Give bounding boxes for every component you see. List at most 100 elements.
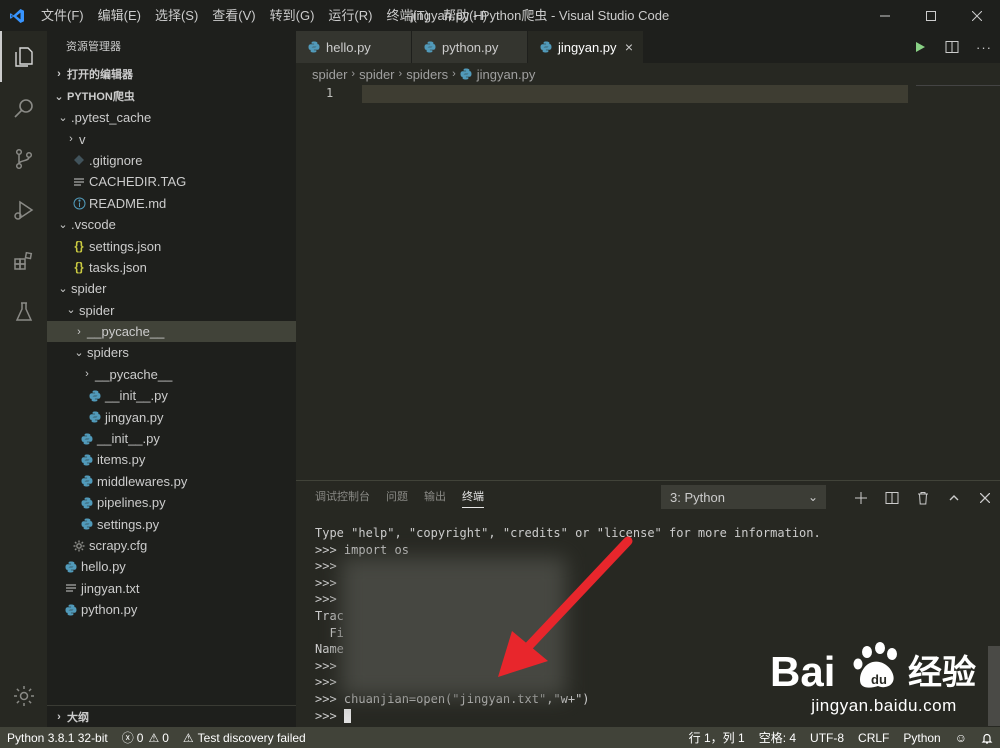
terminal-line-text: >>>	[315, 658, 337, 673]
tree-folder[interactable]: › __pycache__	[47, 364, 296, 385]
extensions-icon[interactable]	[0, 235, 47, 286]
menu-item[interactable]: 运行(R)	[321, 0, 379, 31]
close-panel-icon[interactable]	[969, 481, 1000, 514]
terminal-line-text: >>>	[315, 592, 337, 607]
trash-icon[interactable]	[907, 481, 938, 514]
outline-section[interactable]: › 大纲	[47, 705, 296, 727]
chevron-right-icon: ›	[57, 68, 61, 80]
tree-file[interactable]: {} settings.json	[47, 235, 296, 256]
tab-jingyan-py[interactable]: jingyan.py ×	[528, 31, 644, 63]
tab-label: hello.py	[326, 39, 371, 55]
tree-folder[interactable]: ⌄ .pytest_cache	[47, 107, 296, 128]
menu-item[interactable]: 帮助(H)	[436, 0, 494, 31]
panel-tab[interactable]: 问题	[386, 481, 408, 514]
breadcrumb-item[interactable]: spider	[359, 67, 394, 82]
tree-label: CACHEDIR.TAG	[89, 174, 187, 190]
menu-item[interactable]: 查看(V)	[205, 0, 262, 31]
tree-folder[interactable]: ⌄ spider	[47, 278, 296, 299]
end-of-line[interactable]: CRLF	[851, 727, 896, 748]
settings-gear-icon[interactable]	[0, 670, 47, 721]
feedback-icon[interactable]: ☺	[948, 727, 974, 748]
tree-file[interactable]: items.py	[47, 449, 296, 470]
split-editor-icon[interactable]	[936, 31, 968, 63]
language-mode[interactable]: Python	[896, 727, 947, 748]
run-file-icon[interactable]	[904, 31, 936, 63]
maximize-button[interactable]	[908, 0, 954, 31]
tree-file[interactable]: settings.py	[47, 513, 296, 534]
tree-file[interactable]: middlewares.py	[47, 471, 296, 492]
breadcrumb-item[interactable]: jingyan.py	[477, 67, 536, 82]
chevron-right-icon: ›	[69, 133, 73, 146]
tree-label: __pycache__	[95, 366, 173, 382]
tree-file[interactable]: jingyan.txt	[47, 578, 296, 599]
breadcrumb-item[interactable]: spider	[312, 67, 347, 82]
close-icon[interactable]: ×	[625, 39, 633, 55]
chevron-up-icon[interactable]	[938, 481, 969, 514]
explorer-sidebar: 资源管理器 › 打开的编辑器 ⌄ PYTHON爬虫 ⌄ .pytest_cache…	[47, 31, 296, 727]
tree-folder[interactable]: ⌄ spider	[47, 300, 296, 321]
tree-file[interactable]: __init__.py	[47, 428, 296, 449]
menu-item[interactable]: 文件(F)	[34, 0, 91, 31]
search-icon[interactable]	[0, 82, 47, 133]
minimap	[916, 85, 1000, 86]
tree-folder[interactable]: ⌄ spiders	[47, 342, 296, 363]
problems-indicator[interactable]: ⓧ 0 ⚠ 0	[115, 727, 176, 748]
open-editors-section[interactable]: › 打开的编辑器	[47, 63, 296, 85]
terminal-line-text: Name	[315, 642, 344, 657]
tree-file[interactable]: CACHEDIR.TAG	[47, 171, 296, 192]
panel-tab[interactable]: 调试控制台	[315, 481, 370, 514]
more-actions-icon[interactable]: ···	[968, 31, 1000, 63]
indentation[interactable]: 空格: 4	[752, 727, 803, 748]
text-file-icon	[63, 580, 79, 596]
chevron-down-icon: ⌄	[66, 304, 76, 317]
source-control-icon[interactable]	[0, 133, 47, 184]
tree-file[interactable]: jingyan.py	[47, 406, 296, 427]
explorer-icon[interactable]	[0, 31, 47, 82]
panel-tab[interactable]: 输出	[424, 481, 446, 514]
tree-file[interactable]: __init__.py	[47, 385, 296, 406]
json-file-icon: {}	[74, 260, 84, 275]
tree-file[interactable]: README.md	[47, 193, 296, 214]
chevron-down-icon: ⌄	[54, 90, 64, 103]
project-section[interactable]: ⌄ PYTHON爬虫	[47, 85, 296, 107]
python-interpreter[interactable]: Python 3.8.1 32-bit	[0, 727, 115, 748]
panel-tab[interactable]: 终端	[462, 481, 484, 514]
tree-file[interactable]: scrapy.cfg	[47, 535, 296, 556]
terminal-select[interactable]: 3: Python ⌄	[661, 485, 826, 509]
split-terminal-icon[interactable]	[876, 481, 907, 514]
tree-file[interactable]: hello.py	[47, 556, 296, 577]
tree-folder[interactable]: ⌄ .vscode	[47, 214, 296, 235]
tree-file[interactable]: {} tasks.json	[47, 257, 296, 278]
menu-item[interactable]: 终端(T)	[379, 0, 436, 31]
tree-folder[interactable]: › __pycache__	[47, 320, 296, 343]
minimize-button[interactable]	[862, 0, 908, 31]
run-debug-icon[interactable]	[0, 184, 47, 235]
tree-label: .vscode	[71, 217, 116, 233]
menu-item[interactable]: 编辑(E)	[91, 0, 148, 31]
encoding[interactable]: UTF-8	[803, 727, 851, 748]
terminal-line: >>> import os	[315, 542, 985, 559]
code-editor[interactable]: 1	[296, 85, 1000, 480]
tree-folder[interactable]: › v	[47, 128, 296, 149]
terminal-line-text: Fi	[315, 625, 344, 640]
baidu-jingyan-watermark: Bai du 经验 jingyan.baidu.com	[768, 638, 1000, 728]
terminal-line-text: >>>	[315, 559, 337, 574]
new-terminal-icon[interactable]	[845, 481, 876, 514]
python-file-icon	[63, 559, 79, 575]
tab-hello-py[interactable]: hello.py	[296, 31, 412, 63]
close-window-button[interactable]	[954, 0, 1000, 31]
tree-file[interactable]: pipelines.py	[47, 492, 296, 513]
current-line-highlight	[362, 85, 908, 103]
breadcrumb-item[interactable]: spiders	[406, 67, 448, 82]
menu-item[interactable]: 选择(S)	[148, 0, 205, 31]
cursor-position[interactable]: 行 1，列 1	[682, 727, 752, 748]
tab-python-py[interactable]: python.py	[412, 31, 528, 63]
baidu-logo-icon: Bai du 经验	[770, 642, 976, 695]
menu-item[interactable]: 转到(G)	[263, 0, 322, 31]
tree-file[interactable]: python.py	[47, 599, 296, 620]
status-bar: Python 3.8.1 32-bit ⓧ 0 ⚠ 0 ⚠ Test disco…	[0, 727, 1000, 748]
testing-flask-icon[interactable]	[0, 286, 47, 337]
test-status[interactable]: ⚠ Test discovery failed	[176, 727, 313, 748]
notifications-bell-icon[interactable]	[974, 727, 1000, 748]
tree-file[interactable]: .gitignore	[47, 150, 296, 171]
